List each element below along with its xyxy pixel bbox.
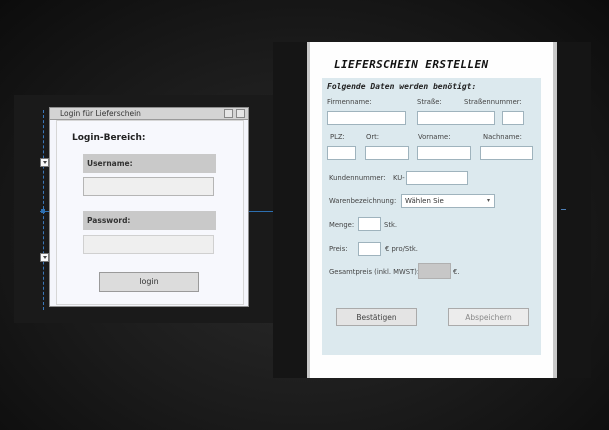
lieferschein-title: LIEFERSCHEIN ERSTELLEN — [334, 58, 489, 71]
window-border-right — [553, 42, 557, 378]
nachname-input[interactable] — [480, 146, 533, 160]
menge-input[interactable] — [358, 217, 381, 231]
vorname-input[interactable] — [417, 146, 471, 160]
login-heading: Login-Bereich: — [72, 133, 146, 143]
strassennummer-label: Straßennummer: — [464, 98, 522, 106]
plz-label: PLZ: — [330, 133, 345, 141]
resize-handle-bottom[interactable] — [40, 253, 49, 262]
gesamtpreis-unit: €. — [453, 268, 460, 276]
preis-unit: € pro/Stk. — [385, 245, 418, 253]
strassennummer-input[interactable] — [502, 111, 524, 125]
username-input[interactable] — [83, 177, 214, 196]
gesamtpreis-label: Gesamtpreis (inkl. MWST): — [329, 268, 420, 276]
resize-handle-top[interactable] — [40, 158, 49, 167]
nachname-label: Nachname: — [483, 133, 522, 141]
preis-input[interactable] — [358, 242, 381, 256]
ort-label: Ort: — [366, 133, 380, 141]
plz-input[interactable] — [327, 146, 356, 160]
login-button[interactable]: login — [99, 272, 199, 292]
password-input[interactable] — [83, 235, 214, 254]
login-window-title: Login für Lieferschein — [60, 109, 141, 118]
anchor-guide — [561, 209, 566, 213]
warenbezeichnung-selected: Wählen Sie — [405, 197, 444, 205]
warenbezeichnung-select[interactable]: Wählen Sie ▾ — [401, 194, 495, 208]
bestaetigen-button[interactable]: Bestätigen — [336, 308, 417, 326]
menge-unit: Stk. — [384, 221, 398, 229]
chevron-down-icon: ▾ — [486, 197, 490, 204]
login-titlebar[interactable]: Login für Lieferschein — [50, 108, 248, 120]
login-window: Login für Lieferschein Login-Bereich: Us… — [49, 107, 249, 307]
firmenname-input[interactable] — [327, 111, 406, 125]
kundennummer-prefix: KU- — [393, 174, 405, 182]
menge-label: Menge: — [329, 221, 355, 229]
kundennummer-input[interactable] — [406, 171, 468, 185]
warenbezeichnung-label: Warenbezeichnung: — [329, 197, 397, 205]
strasse-label: Straße: — [417, 98, 442, 106]
form-subtitle: Folgende Daten werden benötigt: — [327, 82, 477, 91]
gesamtpreis-output — [418, 263, 451, 279]
abspeichern-button[interactable]: Abspeichern — [448, 308, 529, 326]
close-icon[interactable] — [236, 109, 245, 118]
window-border-left — [307, 42, 310, 378]
kundennummer-label: Kundennummer: — [329, 174, 386, 182]
strasse-input[interactable] — [417, 111, 495, 125]
preis-label: Preis: — [329, 245, 348, 253]
anchor-point[interactable] — [41, 209, 45, 213]
username-label: Username: — [83, 154, 216, 173]
minimize-icon[interactable] — [224, 109, 233, 118]
vorname-label: Vorname: — [418, 133, 451, 141]
password-label: Password: — [83, 211, 216, 230]
firmenname-label: Firmenname: — [327, 98, 372, 106]
ort-input[interactable] — [365, 146, 409, 160]
